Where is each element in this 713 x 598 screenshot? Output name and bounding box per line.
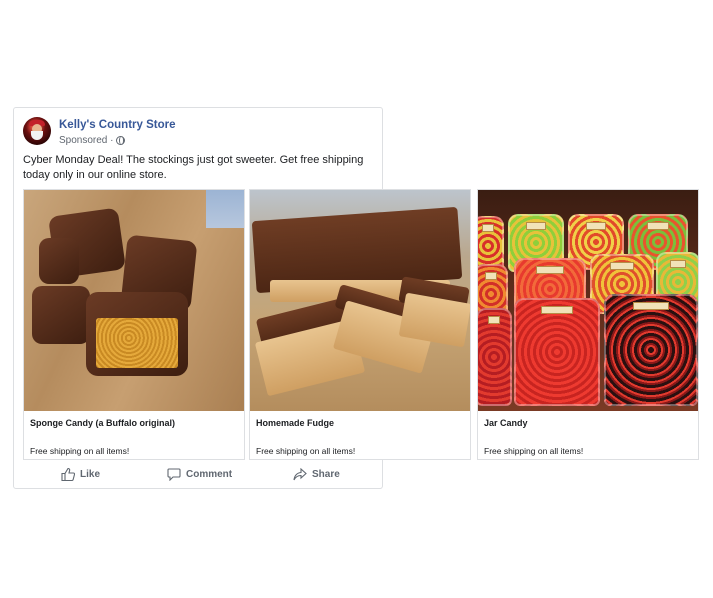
comment-icon (167, 468, 181, 481)
comment-label: Comment (186, 469, 233, 480)
sponge-candy-image (24, 190, 244, 411)
carousel-card-homemade-fudge[interactable]: Homemade Fudge Free shipping on all item… (249, 189, 471, 460)
share-icon (293, 468, 307, 481)
card-subtitle: Free shipping on all items! (30, 446, 130, 456)
sponsored-text: Sponsored · (59, 135, 114, 146)
card-title: Homemade Fudge (256, 418, 335, 428)
share-label: Share (312, 469, 340, 480)
jar-candy-image (478, 190, 698, 411)
post-caption: Cyber Monday Deal! The stockings just go… (23, 154, 364, 181)
card-subtitle: Free shipping on all items! (484, 446, 584, 456)
globe-icon (116, 136, 126, 145)
card-subtitle: Free shipping on all items! (256, 446, 356, 456)
page-name-link[interactable]: Kelly's Country Store (59, 119, 175, 131)
card-title: Sponge Candy (a Buffalo original) (30, 418, 176, 428)
share-button[interactable]: Share (293, 468, 340, 481)
carousel-card-jar-candy[interactable]: Jar Candy Free shipping on all items! (477, 189, 699, 460)
like-icon (61, 468, 75, 481)
homemade-fudge-image (250, 190, 470, 411)
like-button[interactable]: Like (61, 468, 100, 481)
avatar-beard (31, 131, 43, 140)
comment-button[interactable]: Comment (167, 468, 232, 481)
carousel-card-sponge-candy[interactable]: Sponge Candy (a Buffalo original) Free s… (23, 189, 245, 460)
post-actions-bar: Like Comment Share (14, 463, 382, 487)
card-title: Jar Candy (484, 418, 528, 428)
page-avatar[interactable] (23, 117, 51, 145)
sponsored-label[interactable]: Sponsored · (59, 135, 126, 146)
like-label: Like (80, 469, 101, 480)
